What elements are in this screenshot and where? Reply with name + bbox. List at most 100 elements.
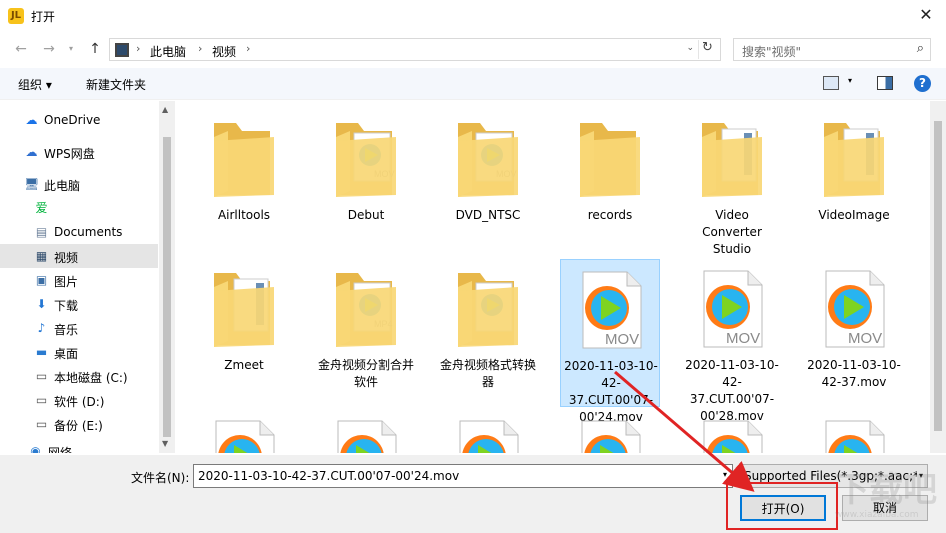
search-box[interactable]: 搜索"视频" ⌕ [733,38,931,61]
preview-pane-icon[interactable] [877,76,893,90]
network-icon: ◉ [30,444,41,453]
folder-item[interactable]: 金舟视频格式转换器 [438,259,538,407]
video-file-item[interactable]: MOV [194,409,294,453]
sidebar-item-label: 备份 (E:) [54,419,103,433]
sidebar-item[interactable]: 🖥 此电脑 [0,172,158,196]
back-icon[interactable]: ← [10,38,32,60]
documents-icon: ▤ [35,225,48,239]
sidebar-item-label: Documents [54,225,123,239]
breadcrumb-videos[interactable]: 视频 [212,43,236,60]
mov-file-icon: MOV [574,419,646,453]
file-name: Airlltools [217,208,271,222]
video-file-item[interactable]: MOV 2020-11-03-10-42-37.CUT.00'07-00'28.m… [682,259,782,423]
folder-item[interactable]: VideoImage [804,109,904,257]
folder-icon: MOV [330,119,402,199]
filename-field[interactable]: 2020-11-03-10-42-37.CUT.00'07-00'24.mov … [193,464,733,488]
breadcrumb-separator[interactable]: › [246,42,250,55]
video-file-item[interactable]: MOV 2020-11-03-10-42-37.mov [804,259,904,407]
address-bar[interactable]: › 此电脑 › 视频 › ⌄ ↻ [109,38,721,61]
drive-c-icon: ▭ [35,369,48,383]
folder-item[interactable]: MP4 金舟视频分割合并软件 [316,259,416,407]
mov-file-icon: MOV [818,419,890,453]
address-dropdown-icon[interactable]: ⌄ [686,43,694,53]
watermark-url: www.xiazaiba.com [835,510,919,520]
folder-item[interactable]: Zmeet [194,259,294,407]
sidebar-item[interactable]: ▭ 本地磁盘 (C:) [0,364,158,388]
sidebar-item-label: 桌面 [54,347,79,361]
pictures-icon: ▣ [35,273,48,287]
file-name: DVD_NTSC [455,208,521,222]
breadcrumb-this-pc[interactable]: 此电脑 [150,43,186,60]
sidebar-item[interactable]: ▤ Documents [0,220,158,244]
sidebar-item-label: 软件 (D:) [54,395,105,409]
sidebar-scrollbar[interactable]: ▲ ▼ [159,101,175,453]
sidebar-item-label: 网络 [48,446,73,453]
video-file-item[interactable]: MOV [438,409,538,453]
watermark-text: 下载吧 [835,470,937,510]
scroll-up-icon[interactable]: ▲ [162,105,168,114]
navigation-pane: ▲ ▼ ☁ OneDrive ☁ WPS网盘 🖥 此电脑爱 ▤ Documents ▦ 视频 ▣ 图片… [0,101,175,453]
toolbar: 组织 ▾ 新建文件夹 ▾ ? [0,68,946,100]
app-icon: JL [8,8,24,24]
folder-item[interactable]: MOV DVD_NTSC [438,109,538,257]
sidebar-item[interactable]: ▬ 桌面 [0,340,158,364]
video-file-item[interactable]: MOV [316,409,416,453]
mov-file-icon: MOV [330,419,402,453]
file-name: Video Converter Studio [702,208,762,256]
help-icon[interactable]: ? [914,75,931,92]
folder-icon: MP4 [330,269,402,349]
sidebar-scroll-thumb[interactable] [163,137,171,437]
sidebar-item[interactable]: ▭ 备份 (E:) [0,412,158,436]
video-file-item[interactable]: MOV [560,409,660,453]
sidebar-item[interactable]: ☁ WPS网盘 [0,140,158,164]
mov-file-icon: MOV [818,269,890,349]
file-name: 金舟视频格式转换器 [440,358,537,389]
title-bar: JL 打开 ✕ [0,0,946,32]
up-folder-icon[interactable]: ↑ [84,38,106,60]
sidebar-item-label: 视频 [54,251,79,265]
folder-icon [208,119,280,199]
file-list: Airlltools MOV Debut MOV DVD_NTSC records Vide… [176,101,930,453]
file-name: VideoImage [818,208,890,222]
video-file-item[interactable]: MOV [804,409,904,453]
view-options-dropdown-icon[interactable]: ▾ [848,76,852,85]
sidebar-item[interactable]: ☁ OneDrive [0,108,158,132]
file-list-scrollbar[interactable] [930,101,946,453]
sidebar-item[interactable]: ▭ 软件 (D:) [0,388,158,412]
sidebar-item[interactable]: ⬇ 下载 [0,292,158,316]
search-input[interactable]: 搜索"视频" [742,43,801,60]
sidebar-item[interactable]: ◉ 网络 [0,439,158,453]
scroll-down-icon[interactable]: ▼ [162,439,168,448]
filename-history-dropdown-icon[interactable]: ▾ [723,470,727,479]
video-file-item[interactable]: MOV 2020-11-03-10-42-37.CUT.00'07-00'24.m… [560,259,660,424]
file-name: 2020-11-03-10-42-37.mov [807,358,901,389]
sidebar-item[interactable]: ▦ 视频 [0,244,158,268]
folder-item[interactable]: Airlltools [194,109,294,257]
forward-icon[interactable]: → [38,38,60,60]
filename-value[interactable]: 2020-11-03-10-42-37.CUT.00'07-00'24.mov [198,469,459,483]
file-list-scroll-thumb[interactable] [934,121,942,431]
refresh-icon[interactable]: ↻ [698,40,716,59]
sidebar-item[interactable]: ♪ 音乐 [0,316,158,340]
mov-file-icon: MOV [208,419,280,453]
sidebar-item[interactable]: 爱 [0,196,158,220]
video-file-item[interactable]: MOV [682,409,782,453]
download-icon: ⬇ [36,297,47,311]
organize-menu[interactable]: 组织 ▾ [18,76,52,93]
sidebar-item-label: 本地磁盘 (C:) [54,371,128,385]
folder-icon [574,119,646,199]
close-button[interactable]: ✕ [914,4,938,26]
folder-icon [208,269,280,349]
folder-icon [696,119,768,199]
folder-item[interactable]: records [560,109,660,257]
computer-icon: 🖥 [24,177,40,191]
new-folder-button[interactable]: 新建文件夹 [86,76,146,93]
iqiyi-icon: 爱 [35,201,48,215]
search-icon[interactable]: ⌕ [917,41,924,56]
change-view-icon[interactable] [823,76,839,90]
sidebar-item[interactable]: ▣ 图片 [0,268,158,292]
recent-locations-icon[interactable]: ▾ [60,38,82,60]
mov-file-icon: MOV [696,269,768,349]
folder-item[interactable]: MOV Debut [316,109,416,257]
folder-item[interactable]: Video Converter Studio [682,109,782,257]
